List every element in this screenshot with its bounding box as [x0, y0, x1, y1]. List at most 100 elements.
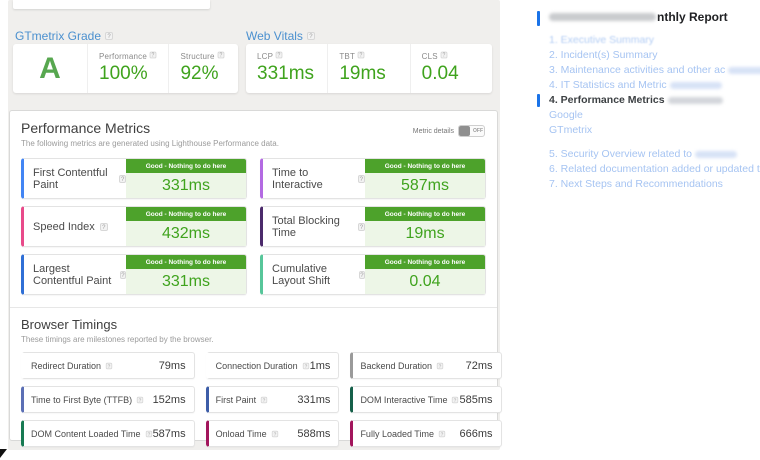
lcp-label: LCP — [257, 52, 273, 61]
redacted-text — [549, 13, 656, 21]
status-badge: Good - Nothing to do here — [126, 159, 246, 173]
browser-timings-subtitle: These timings are milestones reported by… — [21, 335, 486, 344]
gtmetrix-grade-heading-text: GTmetrix Grade — [15, 29, 101, 43]
outline-item-security-overview[interactable]: 5. Security Overview related to — [537, 147, 757, 162]
outline-item-next-steps[interactable]: 7. Next Steps and Recommendations — [537, 177, 757, 192]
outline-item-text: 4. Performance Metrics — [549, 94, 665, 106]
timing-card-fully-loaded: Fully Loaded Time? 666ms — [350, 420, 501, 447]
mouse-cursor — [0, 449, 7, 458]
help-icon[interactable]: ? — [358, 52, 365, 59]
help-icon[interactable]: ? — [358, 175, 365, 183]
active-indicator-bar — [537, 94, 540, 107]
outline-item-incidents-summary[interactable]: 2. Incident(s) Summary — [537, 48, 757, 63]
timing-value: 331ms — [297, 394, 338, 406]
metric-value: 331ms — [126, 269, 246, 294]
help-icon[interactable]: ? — [119, 175, 126, 183]
help-icon[interactable]: ? — [100, 223, 108, 231]
help-icon[interactable]: ? — [106, 362, 112, 368]
metric-card-lcp: Largest Contentful Paint? Good - Nothing… — [21, 254, 247, 295]
help-icon[interactable]: ? — [358, 223, 365, 231]
outline-item-maintenance[interactable]: 3. Maintenance activities and other ac — [537, 63, 757, 78]
timing-value: 72ms — [466, 360, 501, 372]
metric-card-tti: Time to Interactive? Good - Nothing to d… — [260, 158, 486, 199]
performance-metrics-grid: First Contentful Paint? Good - Nothing t… — [21, 158, 486, 295]
help-icon[interactable]: ? — [302, 362, 308, 368]
outline-item-text: 2. Incident(s) Summary — [549, 49, 658, 61]
outline-title[interactable]: nthly Report — [537, 10, 757, 24]
outline-item-google[interactable]: Google — [537, 108, 757, 123]
timing-label: Redirect Duration — [31, 361, 101, 371]
metric-value: 0.04 — [365, 269, 485, 294]
redacted-text — [728, 67, 760, 74]
status-badge: Good - Nothing to do here — [126, 255, 246, 269]
timing-value: 1ms — [310, 360, 339, 372]
help-icon[interactable]: ? — [150, 52, 157, 59]
tbt-value: 19ms — [339, 63, 398, 85]
help-icon[interactable]: ? — [271, 430, 277, 436]
outline-item-text: 5. Security Overview related to — [549, 148, 692, 160]
browser-timings-title: Browser Timings — [21, 317, 486, 332]
help-icon[interactable]: ? — [261, 396, 267, 402]
timing-label: Backend Duration — [360, 361, 432, 371]
outline-item-performance-metrics[interactable]: 4. Performance Metrics — [537, 93, 757, 108]
cls-value: 0.04 — [422, 63, 481, 85]
metric-details-label: Metric details — [413, 128, 454, 135]
metric-value: 432ms — [126, 221, 246, 246]
status-badge: Good - Nothing to do here — [365, 159, 485, 173]
help-icon[interactable]: ? — [145, 430, 151, 436]
metric-card-fcp: First Contentful Paint? Good - Nothing t… — [21, 158, 247, 199]
help-icon[interactable]: ? — [307, 32, 315, 40]
timing-card-dom-interactive: DOM Interactive Time? 585ms — [350, 386, 501, 413]
timing-label: DOM Content Loaded Time — [31, 429, 141, 439]
timing-card-backend: Backend Duration? 72ms — [350, 352, 501, 379]
timing-card-redirect: Redirect Duration? 79ms — [21, 352, 195, 379]
outline-item-gtmetrix[interactable]: GTmetrix — [537, 123, 757, 138]
toggle-switch[interactable]: OFF — [458, 125, 485, 137]
outline-title-text: nthly Report — [657, 10, 728, 24]
outline-item-it-statistics[interactable]: 4. IT Statistics and Metric — [537, 78, 757, 93]
outline-item-related-documentation[interactable]: 6. Related documentation added or update… — [537, 162, 757, 177]
metric-card-speed-index: Speed Index? Good - Nothing to do here43… — [21, 206, 247, 247]
toggle-knob[interactable] — [459, 126, 470, 136]
timing-label: First Paint — [216, 395, 257, 405]
help-icon[interactable]: ? — [441, 52, 448, 59]
help-icon[interactable]: ? — [218, 52, 225, 59]
timing-label: DOM Interactive Time — [360, 395, 447, 405]
structure-label: Structure — [180, 52, 214, 61]
outline-item-text: 3. Maintenance activities and other ac — [549, 64, 725, 76]
help-icon[interactable]: ? — [452, 396, 458, 402]
outline-item-executive-summary[interactable]: 1. Executive Summary — [537, 33, 757, 48]
grade-letter: A — [13, 44, 87, 93]
metric-card-cls: Cumulative Layout Shift? Good - Nothing … — [260, 254, 486, 295]
cls-cell: CLS ? 0.04 — [410, 44, 492, 93]
help-icon[interactable]: ? — [105, 32, 113, 40]
timing-card-dom-content-loaded: DOM Content Loaded Time? 587ms — [21, 420, 195, 447]
lcp-value: 331ms — [257, 63, 316, 85]
structure-value: 92% — [180, 63, 227, 85]
metric-label: First Contentful Paint — [33, 167, 114, 191]
cls-label: CLS — [422, 52, 438, 61]
help-icon[interactable]: ? — [437, 362, 443, 368]
outline-item-text: 4. IT Statistics and Metric — [549, 79, 667, 91]
timing-card-first-paint: First Paint? 331ms — [206, 386, 340, 413]
status-badge: Good - Nothing to do here — [365, 255, 485, 269]
metric-label: Cumulative Layout Shift — [272, 263, 354, 287]
outline-item-text: 6. Related documentation added or update… — [549, 163, 760, 175]
redacted-text — [695, 151, 737, 158]
lcp-cell: LCP ? 331ms — [246, 44, 327, 93]
timing-label: Fully Loaded Time — [360, 429, 434, 439]
metric-value: 19ms — [365, 221, 485, 246]
metric-details-toggle[interactable]: Metric details OFF — [413, 125, 485, 137]
outline-item-text: 7. Next Steps and Recommendations — [549, 178, 723, 190]
timing-label: Time to First Byte (TTFB) — [31, 395, 132, 405]
timing-value: 587ms — [153, 428, 194, 440]
outline-item-text: 1. Executive Summary — [549, 34, 654, 46]
timing-value: 585ms — [459, 394, 500, 406]
gtmetrix-report-region: GTmetrix Grade? Web Vitals? A Performanc… — [8, 0, 500, 450]
metric-label: Total Blocking Time — [272, 215, 353, 239]
help-icon[interactable]: ? — [137, 396, 143, 402]
metric-label: Time to Interactive — [272, 167, 353, 191]
help-icon[interactable]: ? — [276, 52, 283, 59]
metric-label: Largest Contentful Paint — [33, 263, 115, 287]
help-icon[interactable]: ? — [439, 430, 445, 436]
